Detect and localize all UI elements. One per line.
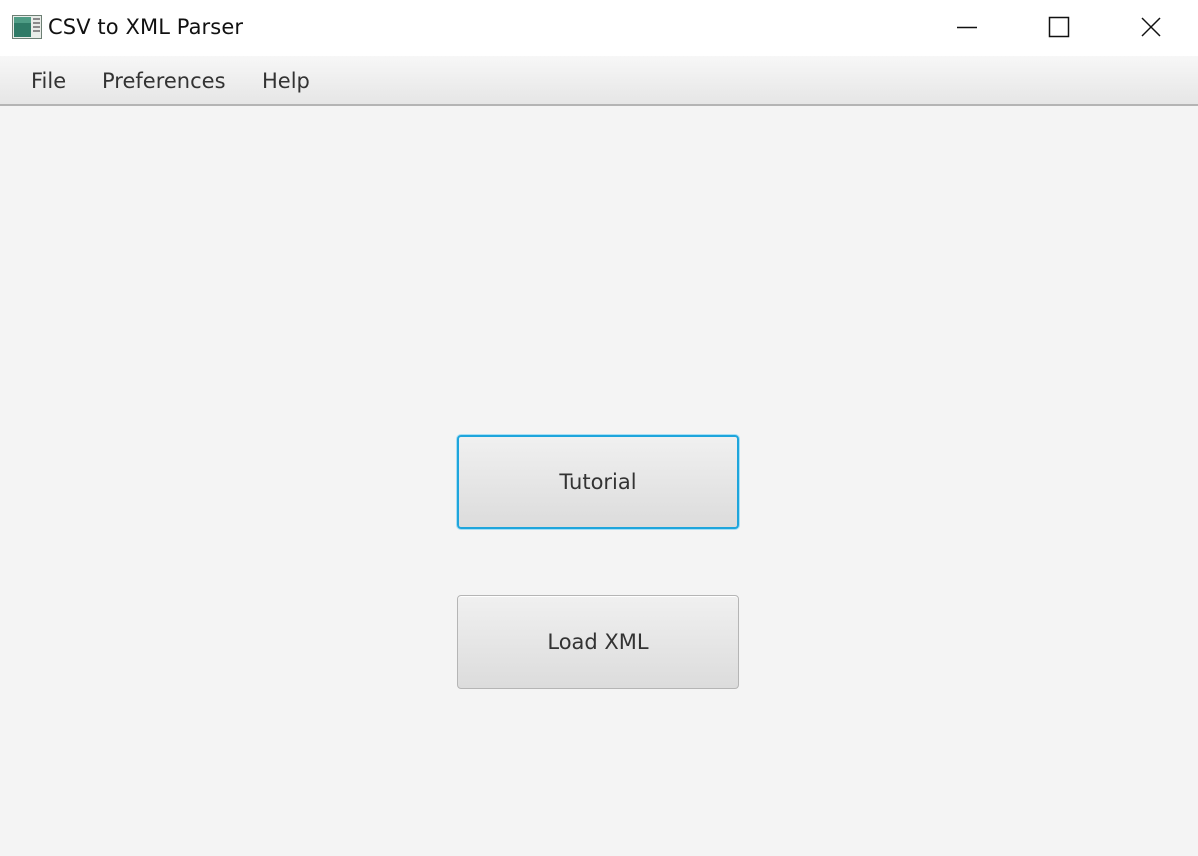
app-window: CSV to XML Parser File Preferences Help … — [0, 0, 1198, 856]
window-title: CSV to XML Parser — [48, 15, 244, 39]
spreadsheet-app-icon — [12, 15, 42, 39]
close-button[interactable] — [1106, 0, 1198, 56]
maximize-icon — [1048, 16, 1070, 38]
menu-bar: File Preferences Help — [0, 56, 1198, 106]
load-xml-button[interactable]: Load XML — [457, 595, 739, 689]
close-icon — [1141, 17, 1161, 37]
maximize-button[interactable] — [1013, 0, 1105, 56]
menu-file[interactable]: File — [27, 68, 70, 94]
title-bar[interactable]: CSV to XML Parser — [0, 0, 1198, 56]
minimize-icon — [957, 26, 977, 29]
load-xml-button-label: Load XML — [547, 630, 649, 654]
tutorial-button-label: Tutorial — [559, 470, 637, 494]
tutorial-button[interactable]: Tutorial — [457, 435, 739, 529]
main-content: Tutorial Load XML — [0, 106, 1198, 856]
minimize-button[interactable] — [921, 0, 1013, 56]
menu-help[interactable]: Help — [258, 68, 314, 94]
menu-preferences[interactable]: Preferences — [98, 68, 230, 94]
